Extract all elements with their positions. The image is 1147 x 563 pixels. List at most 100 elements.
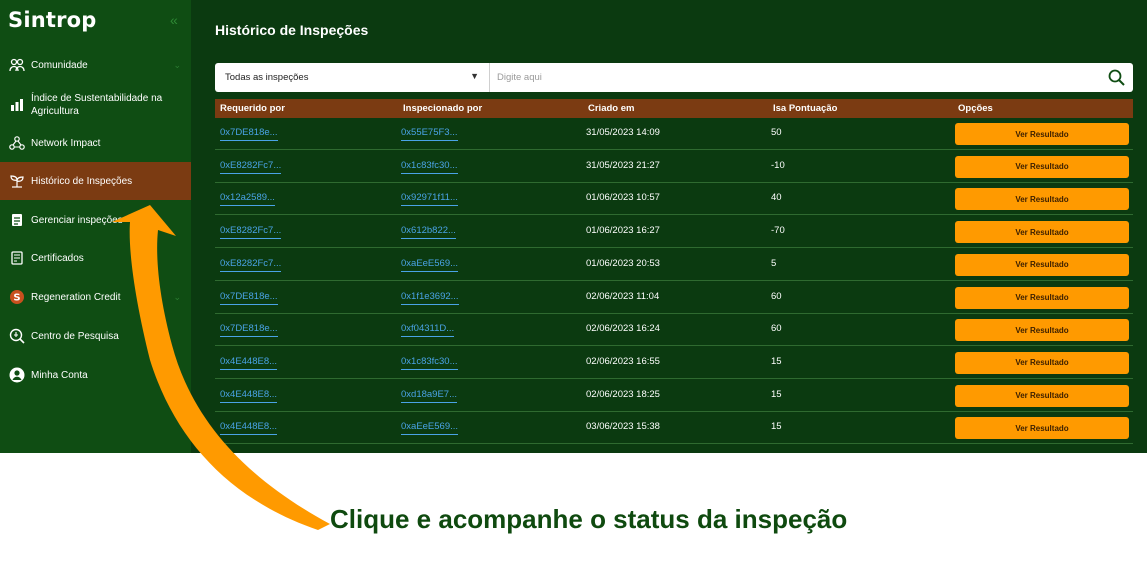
requested-by-link[interactable]: 0x12a2589...: [220, 192, 275, 207]
sidebar-item-certificates[interactable]: Certificados: [0, 248, 191, 268]
inspected-by-link[interactable]: 0x92971f11...: [401, 192, 458, 207]
inspected-by-link[interactable]: 0xaEeE569...: [401, 421, 459, 436]
view-result-button[interactable]: Ver Resultado: [955, 253, 1129, 276]
requested-by-link[interactable]: 0x7DE818e...: [220, 290, 278, 305]
certificate-icon: [8, 250, 25, 267]
inspected-by-link[interactable]: 0x1f1e3692...: [401, 290, 459, 305]
table-header: Requerido por Inspecionado por Criado em…: [215, 99, 1133, 118]
table-row: 0xE8282Fc7... 0x612b822... 01/06/2023 16:2…: [215, 216, 1133, 249]
sidebar-item-label: Gerenciar inspeções: [31, 214, 123, 226]
created-at-cell: 01/06/2023 20:53: [586, 257, 660, 269]
brand-logo: Sintrop: [8, 8, 97, 32]
isa-score-cell: 15: [771, 355, 782, 367]
inspection-history-icon: [8, 173, 25, 190]
requested-by-link[interactable]: 0xE8282Fc7...: [220, 159, 282, 174]
isa-score-cell: 15: [771, 421, 782, 433]
inspection-filter-select[interactable]: Todas as inspeções ▼: [215, 63, 490, 92]
view-result-button[interactable]: Ver Resultado: [955, 319, 1129, 342]
isa-score-cell: -70: [771, 225, 785, 237]
search-input[interactable]: [491, 63, 1091, 92]
inspected-by-link[interactable]: 0xd18a9E7...: [401, 388, 457, 403]
sidebar-item-label: Índice de Sustentabilidade na Agricultur…: [31, 93, 163, 117]
network-icon: [8, 135, 25, 152]
column-options: Opções: [958, 103, 993, 114]
view-result-button[interactable]: Ver Resultado: [955, 123, 1129, 145]
requested-by-link[interactable]: 0x4E448E8...: [220, 388, 278, 403]
svg-text:S: S: [13, 293, 20, 304]
inspected-by-link[interactable]: 0x612b822...: [401, 225, 456, 240]
chevron-down-icon: ⌄: [173, 291, 181, 302]
table-row: 0x4E448E8... 0xaEeE569... 03/06/2023 15:38…: [215, 412, 1133, 445]
sidebar-item-label: Regeneration Credit: [31, 291, 121, 303]
table-row: 0x12a2589... 0x92971f11... 01/06/2023 10:5…: [215, 183, 1133, 216]
sidebar-item-label: Centro de Pesquisa: [31, 330, 119, 342]
requested-by-link[interactable]: 0xE8282Fc7...: [220, 225, 282, 240]
isa-score-cell: 40: [771, 192, 782, 204]
sidebar-item-sustainability-index[interactable]: Índice de Sustentabilidade na Agricultur…: [0, 91, 191, 119]
inspected-by-link[interactable]: 0xf04311D...: [401, 323, 455, 338]
requested-by-link[interactable]: 0x7DE818e...: [220, 323, 278, 338]
sustainability-index-icon: [8, 97, 25, 114]
inspected-by-link[interactable]: 0x1c83fc30...: [401, 355, 458, 370]
isa-score-cell: 50: [771, 127, 782, 138]
manage-inspections-icon: [8, 212, 25, 229]
sidebar-item-inspection-history[interactable]: Histórico de Inspeções: [0, 162, 191, 200]
community-icon: [8, 57, 25, 74]
requested-by-link[interactable]: 0x7DE818e...: [220, 127, 278, 141]
column-created-at: Criado em: [588, 103, 635, 114]
account-icon: [8, 367, 25, 384]
search-bar: Todas as inspeções ▼: [215, 63, 1133, 92]
column-inspected-by: Inspecionado por: [403, 103, 483, 114]
view-result-button[interactable]: Ver Resultado: [955, 221, 1129, 244]
created-at-cell: 31/05/2023 14:09: [586, 127, 660, 138]
isa-score-cell: 5: [771, 257, 777, 269]
created-at-cell: 01/06/2023 10:57: [586, 192, 660, 204]
filter-selected-value: Todas as inspeções: [225, 72, 309, 83]
sidebar: Sintrop « Comunidade ⌄ Índice de Sustent…: [0, 0, 191, 453]
inspected-by-link[interactable]: 0x55E75F3...: [401, 127, 458, 141]
sidebar-item-manage-inspections[interactable]: Gerenciar inspeções: [0, 210, 191, 230]
requested-by-link[interactable]: 0xE8282Fc7...: [220, 257, 282, 272]
table-row: 0xE8282Fc7... 0x1c83fc30... 31/05/2023 21:…: [215, 151, 1133, 183]
view-result-button[interactable]: Ver Resultado: [955, 384, 1129, 407]
collapse-sidebar-icon[interactable]: «: [170, 12, 178, 28]
isa-score-cell: -10: [771, 159, 785, 171]
view-result-button[interactable]: Ver Resultado: [955, 351, 1129, 374]
chevron-down-icon: ▼: [470, 71, 479, 81]
isa-score-cell: 15: [771, 388, 782, 400]
view-result-button[interactable]: Ver Resultado: [955, 417, 1129, 440]
sidebar-item-regeneration-credit[interactable]: S Regeneration Credit ⌄: [0, 287, 191, 307]
created-at-cell: 03/06/2023 15:38: [586, 421, 660, 433]
sidebar-item-research-center[interactable]: Centro de Pesquisa: [0, 326, 191, 346]
sidebar-item-comunidade[interactable]: Comunidade ⌄: [0, 55, 191, 75]
app-window: Sintrop « Comunidade ⌄ Índice de Sustent…: [0, 0, 1147, 453]
sidebar-item-label: Comunidade: [31, 59, 88, 71]
created-at-cell: 02/06/2023 18:25: [586, 388, 660, 400]
view-result-button[interactable]: Ver Resultado: [955, 286, 1129, 309]
created-at-cell: 02/06/2023 16:55: [586, 355, 660, 367]
requested-by-link[interactable]: 0x4E448E8...: [220, 355, 278, 370]
table-row: 0x4E448E8... 0xd18a9E7... 02/06/2023 18:25…: [215, 380, 1133, 412]
table-row: 0x7DE818e... 0x1f1e3692... 02/06/2023 11:0…: [215, 282, 1133, 314]
isa-score-cell: 60: [771, 323, 782, 335]
created-at-cell: 02/06/2023 11:04: [586, 290, 660, 302]
inspected-by-link[interactable]: 0xaEeE569...: [401, 257, 459, 272]
sidebar-item-network-impact[interactable]: Network Impact: [0, 133, 191, 153]
sidebar-item-my-account[interactable]: Minha Conta: [0, 365, 191, 385]
research-center-icon: [8, 328, 25, 345]
created-at-cell: 01/06/2023 16:27: [586, 225, 660, 237]
sidebar-item-label: Certificados: [31, 252, 84, 264]
inspected-by-link[interactable]: 0x1c83fc30...: [401, 159, 458, 174]
view-result-button[interactable]: Ver Resultado: [955, 188, 1129, 211]
table-row: 0x7DE818e... 0xf04311D... 02/06/2023 16:24…: [215, 314, 1133, 347]
instruction-caption: Clique e acompanhe o status da inspeção: [330, 504, 848, 534]
created-at-cell: 31/05/2023 21:27: [586, 159, 660, 171]
table-row: 0x7DE818e... 0x55E75F3... 31/05/2023 14:09…: [215, 118, 1133, 150]
column-requested-by: Requerido por: [220, 103, 285, 114]
search-icon[interactable]: [1108, 69, 1125, 86]
column-isa-score: Isa Pontuação: [773, 103, 838, 114]
sidebar-item-label: Minha Conta: [31, 369, 88, 381]
requested-by-link[interactable]: 0x4E448E8...: [220, 421, 278, 436]
view-result-button[interactable]: Ver Resultado: [955, 155, 1129, 178]
sidebar-item-label: Network Impact: [31, 137, 101, 149]
